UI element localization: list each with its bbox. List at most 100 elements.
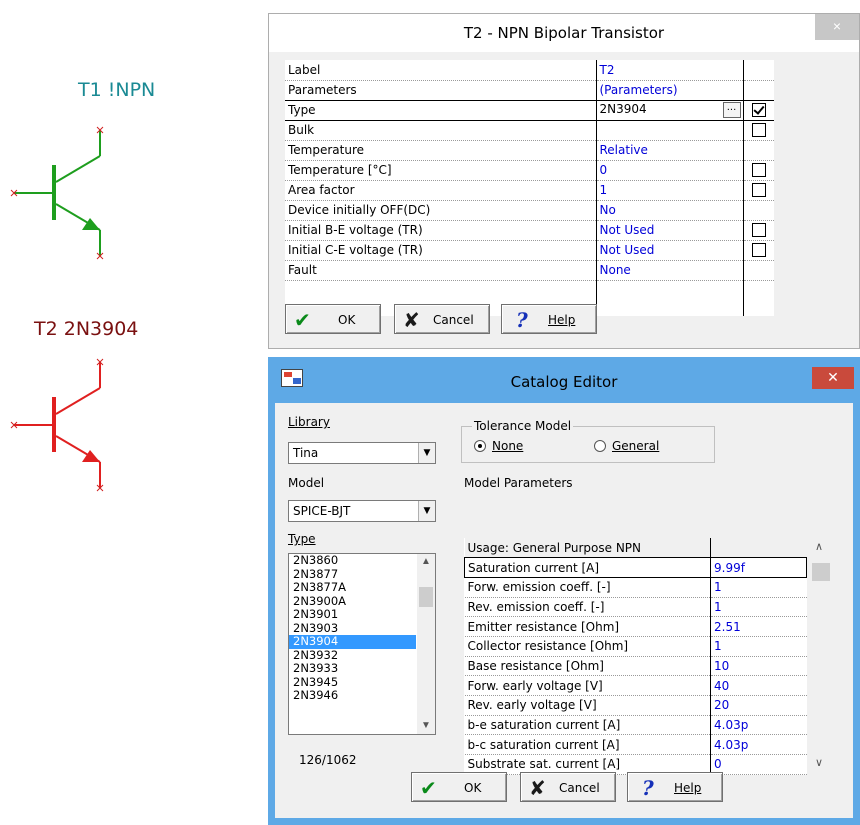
list-item-selected[interactable]: 2N3904: [289, 635, 416, 649]
param-value[interactable]: 20: [710, 695, 807, 716]
table-row[interactable]: b-c saturation current [A] 4.03p: [464, 734, 807, 756]
property-row-area-factor[interactable]: Area factor 1: [285, 180, 774, 201]
param-value[interactable]: 10: [710, 656, 807, 677]
library-select[interactable]: Tina ▼: [288, 442, 436, 464]
chevron-up-icon[interactable]: ∧: [809, 540, 829, 556]
list-item[interactable]: 2N3901: [289, 608, 416, 622]
param-value[interactable]: 2.51: [710, 616, 807, 637]
property-row-temperature[interactable]: Temperature Relative: [285, 140, 774, 161]
cancel-button[interactable]: ✘ Cancel: [520, 772, 616, 802]
property-value[interactable]: T2: [596, 60, 744, 81]
property-row-ce-voltage[interactable]: Initial C-E voltage (TR) Not Used: [285, 240, 774, 261]
param-value[interactable]: 9.99f: [710, 557, 807, 578]
param-value[interactable]: 1: [710, 636, 807, 657]
dialog-titlebar[interactable]: Catalog Editor ✕: [268, 357, 860, 395]
property-value[interactable]: Not Used: [596, 220, 744, 241]
usage-text: Usage: General Purpose NPN: [464, 538, 711, 559]
list-item[interactable]: 2N3946: [289, 689, 416, 703]
list-item[interactable]: 2N3877: [289, 567, 416, 582]
table-row[interactable]: Forw. early voltage [V] 40: [464, 675, 807, 696]
list-item[interactable]: 2N3932: [289, 648, 416, 663]
list-item[interactable]: 2N3900A: [289, 594, 416, 609]
browse-button[interactable]: ...: [722, 102, 741, 118]
property-row-device-off[interactable]: Device initially OFF(DC) No: [285, 200, 774, 221]
property-name: Temperature [°C]: [285, 160, 597, 181]
ok-button[interactable]: ✔ OK: [411, 772, 507, 802]
ok-button[interactable]: ✔ OK: [285, 304, 381, 334]
table-row[interactable]: Rev. early voltage [V] 20: [464, 695, 807, 716]
temperature-checkbox[interactable]: [751, 163, 766, 178]
tolerance-none-radio[interactable]: None: [474, 439, 523, 453]
property-value[interactable]: No: [596, 200, 744, 221]
close-button[interactable]: ✕: [812, 367, 854, 389]
property-grid: Label T2 Parameters (Parameters) Type 2N390…: [285, 60, 774, 316]
list-item[interactable]: 2N3945: [289, 675, 416, 690]
type-checkbox[interactable]: [751, 103, 766, 118]
property-row-label[interactable]: Label T2: [285, 60, 774, 81]
chevron-down-icon[interactable]: ▼: [418, 501, 435, 521]
type-list[interactable]: 2N3860 2N3877 2N3877A 2N3900A 2N3901 2N3…: [288, 553, 436, 735]
param-value[interactable]: 0: [710, 754, 807, 775]
property-value[interactable]: Relative: [596, 140, 744, 161]
help-button[interactable]: ? Help: [501, 304, 597, 334]
param-value[interactable]: 4.03p: [710, 734, 807, 756]
property-row-type[interactable]: Type 2N3904...: [285, 99, 774, 121]
list-item[interactable]: 2N3860: [289, 554, 416, 568]
property-name: Initial C-E voltage (TR): [285, 240, 597, 261]
checkmark-icon: ✔: [420, 776, 437, 800]
chevron-up-icon[interactable]: ▲: [417, 554, 435, 570]
param-value[interactable]: 40: [710, 675, 807, 696]
table-row[interactable]: b-e saturation current [A] 4.03p: [464, 715, 807, 736]
param-value[interactable]: 4.03p: [710, 715, 807, 736]
list-item[interactable]: 2N3903: [289, 621, 416, 636]
chevron-down-icon[interactable]: ∨: [809, 756, 829, 772]
help-button[interactable]: ? Help: [627, 772, 723, 802]
property-row-temperature-c[interactable]: Temperature [°C] 0: [285, 160, 774, 181]
ce-voltage-checkbox[interactable]: [751, 243, 766, 258]
param-value[interactable]: 1: [710, 597, 807, 618]
radio-icon: [594, 440, 606, 452]
model-select[interactable]: SPICE-BJT ▼: [288, 500, 436, 522]
chevron-down-icon[interactable]: ▼: [417, 718, 435, 734]
property-value[interactable]: [596, 120, 744, 141]
property-row-fault[interactable]: Fault None: [285, 260, 774, 281]
param-value[interactable]: 1: [710, 577, 807, 598]
chevron-down-icon[interactable]: ▼: [418, 443, 435, 463]
dialog-titlebar[interactable]: T2 - NPN Bipolar Transistor ×: [269, 14, 859, 52]
scroll-thumb[interactable]: [419, 587, 433, 607]
close-button[interactable]: ×: [815, 14, 859, 40]
property-value[interactable]: None: [596, 260, 744, 281]
param-name: Base resistance [Ohm]: [464, 656, 711, 677]
table-row[interactable]: Forw. emission coeff. [-] 1: [464, 577, 807, 598]
table-row[interactable]: Collector resistance [Ohm] 1: [464, 636, 807, 657]
library-value: Tina: [293, 446, 319, 460]
property-row-parameters[interactable]: Parameters (Parameters): [285, 80, 774, 101]
help-icon: ?: [642, 776, 654, 800]
property-value[interactable]: (Parameters): [596, 80, 744, 101]
table-row[interactable]: Base resistance [Ohm] 10: [464, 656, 807, 677]
list-item[interactable]: 2N3877A: [289, 581, 416, 595]
cancel-button[interactable]: ✘ Cancel: [394, 304, 490, 334]
area-factor-checkbox[interactable]: [751, 183, 766, 198]
scroll-thumb[interactable]: [812, 563, 830, 581]
table-row[interactable]: Saturation current [A] 9.99f: [464, 557, 807, 578]
property-value[interactable]: 0: [596, 160, 744, 181]
list-item[interactable]: 2N3933: [289, 662, 416, 676]
transistor-t2-symbol[interactable]: [0, 352, 120, 502]
transistor-t1-symbol[interactable]: [0, 120, 120, 270]
table-row[interactable]: Rev. emission coeff. [-] 1: [464, 597, 807, 618]
property-row-be-voltage[interactable]: Initial B-E voltage (TR) Not Used: [285, 220, 774, 241]
tolerance-general-radio[interactable]: General: [594, 439, 659, 453]
property-value[interactable]: Not Used: [596, 240, 744, 261]
param-name: Rev. emission coeff. [-]: [464, 597, 711, 618]
property-value[interactable]: 1: [596, 180, 744, 201]
property-row-bulk[interactable]: Bulk: [285, 120, 774, 141]
parameters-scrollbar[interactable]: ∧ ∨: [809, 540, 830, 772]
dialog-title: T2 - NPN Bipolar Transistor: [463, 24, 665, 42]
table-row[interactable]: Emitter resistance [Ohm] 2.51: [464, 616, 807, 637]
bulk-checkbox[interactable]: [751, 123, 766, 138]
library-label: Library: [288, 415, 330, 429]
type-value-cell[interactable]: 2N3904...: [596, 99, 744, 121]
type-list-scrollbar[interactable]: ▲ ▼: [417, 554, 435, 734]
be-voltage-checkbox[interactable]: [751, 223, 766, 238]
